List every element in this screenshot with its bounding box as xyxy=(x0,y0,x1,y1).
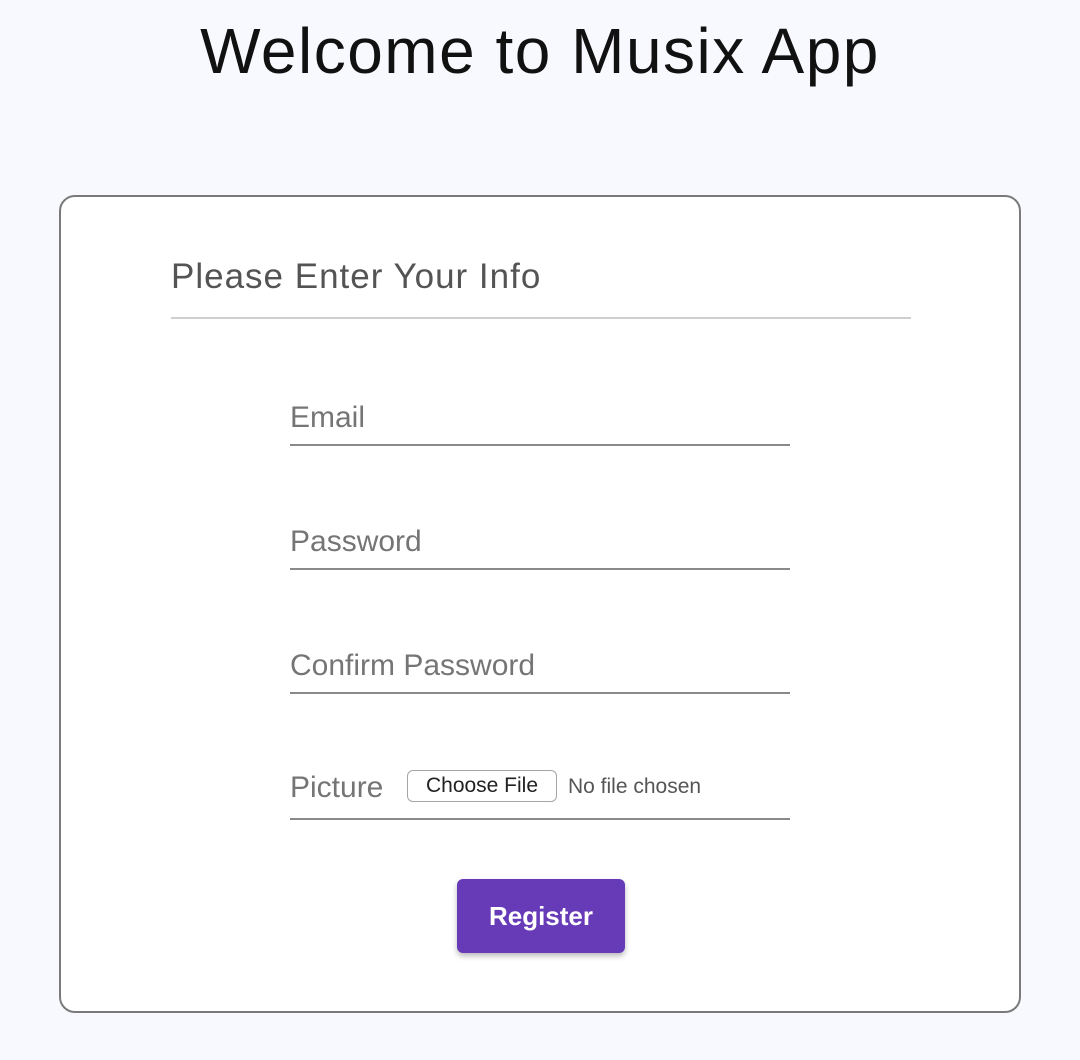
email-field xyxy=(290,390,790,446)
password-field xyxy=(290,514,790,570)
registration-card: Please Enter Your Info Picture Choose Fi… xyxy=(59,195,1021,1013)
heading-divider xyxy=(171,317,911,319)
confirm-password-field xyxy=(290,638,790,694)
page-title: Welcome to Musix App xyxy=(200,15,880,87)
form-heading: Please Enter Your Info xyxy=(171,257,542,296)
email-input[interactable] xyxy=(290,398,790,438)
picture-field: Picture Choose File No file chosen xyxy=(290,762,790,820)
register-button[interactable]: Register xyxy=(457,879,625,953)
picture-label: Picture xyxy=(290,771,384,804)
choose-file-button[interactable]: Choose File xyxy=(407,770,557,802)
password-input[interactable] xyxy=(290,522,790,562)
confirm-password-input[interactable] xyxy=(290,646,790,686)
file-status-text: No file chosen xyxy=(568,775,702,798)
